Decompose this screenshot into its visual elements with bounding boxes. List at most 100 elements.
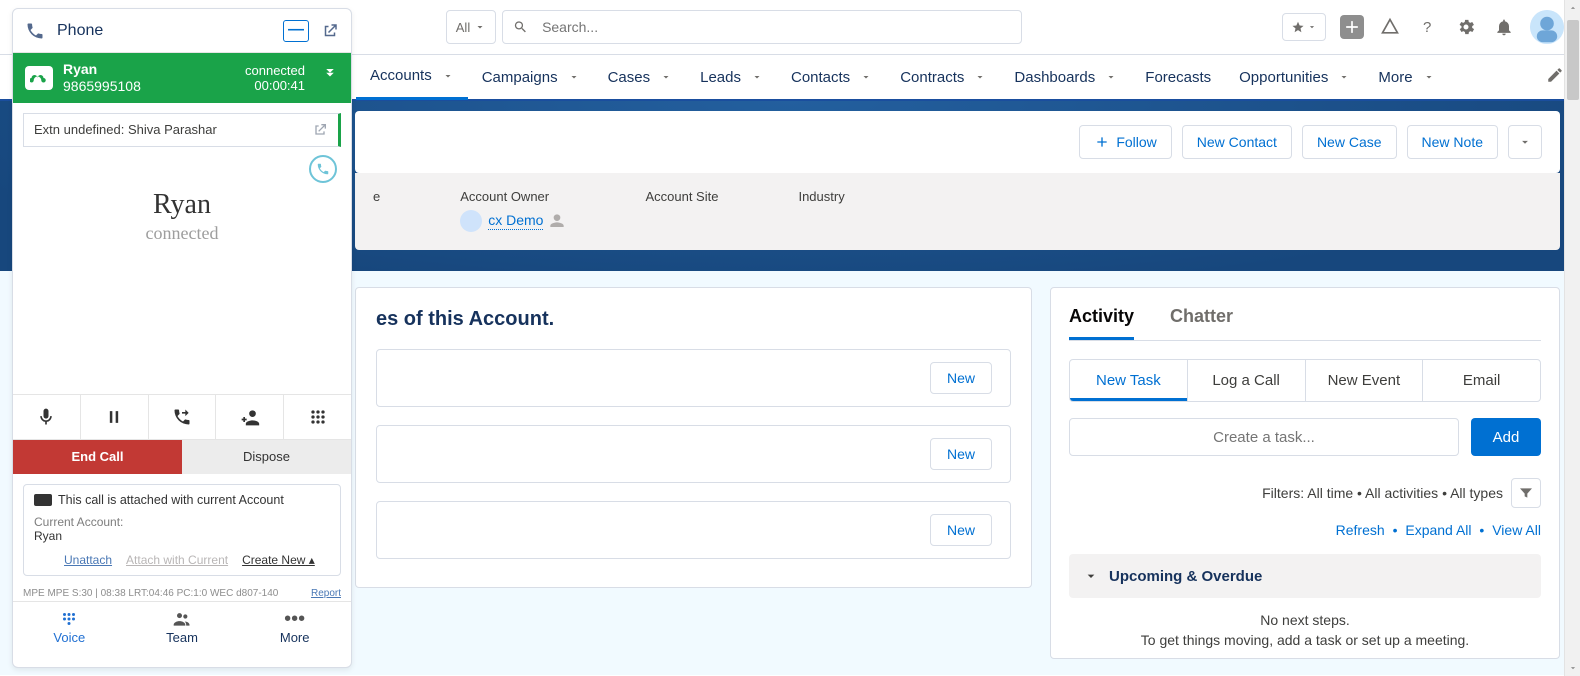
subtab-log-call[interactable]: Log a Call — [1188, 360, 1306, 401]
create-new-link[interactable]: Create New ▴ — [242, 553, 315, 567]
call-controls — [13, 394, 351, 440]
nav-label: Accounts — [370, 67, 432, 84]
related-new-button-2[interactable]: New — [930, 438, 992, 470]
nav-contracts[interactable]: Contracts — [886, 54, 1000, 100]
subtab-new-task[interactable]: New Task — [1070, 360, 1188, 401]
setup-gear-icon[interactable] — [1454, 15, 1478, 39]
create-task-input[interactable] — [1069, 418, 1459, 456]
hold-button[interactable] — [81, 395, 149, 439]
related-new-button-3[interactable]: New — [930, 514, 992, 546]
bottom-tab-more[interactable]: ••• More — [238, 608, 351, 645]
call-status: connected — [245, 63, 305, 78]
popout-small-icon[interactable] — [312, 122, 328, 138]
bottom-tab-voice[interactable]: Voice — [13, 608, 126, 645]
global-add-icon[interactable] — [1340, 15, 1364, 39]
vertical-scrollbar[interactable] — [1564, 0, 1580, 676]
active-call-bar[interactable]: Ryan 9865995108 connected 00:00:41 — [13, 53, 351, 103]
tag-icon — [34, 494, 52, 506]
nav-accounts[interactable]: Accounts — [356, 54, 468, 100]
empty-line1: No next steps. — [1069, 612, 1541, 628]
filters-text: Filters: All time • All activities • All… — [1262, 485, 1503, 501]
user-avatar[interactable] — [1530, 10, 1564, 44]
attach-value: Ryan — [34, 529, 330, 543]
attach-headline: This call is attached with current Accou… — [58, 493, 284, 507]
chevron-down-icon — [1083, 568, 1099, 584]
activity-sub-tabs: New Task Log a Call New Event Email — [1069, 359, 1541, 402]
nav-leads[interactable]: Leads — [686, 54, 777, 100]
footer-readout: MPE MPE S:30 | 08:38 LRT:04:46 PC:1:0 WE… — [23, 588, 278, 599]
add-task-button[interactable]: Add — [1471, 418, 1541, 456]
nav-campaigns[interactable]: Campaigns — [468, 54, 594, 100]
related-title: es of this Account. — [376, 308, 1011, 331]
notifications-bell-icon[interactable] — [1492, 15, 1516, 39]
related-new-button-1[interactable]: New — [930, 362, 992, 394]
nav-edit-pencil-icon[interactable] — [1546, 66, 1564, 89]
phone-icon — [25, 21, 45, 41]
cti-panel: Phone — Ryan 9865995108 connected 00:00:… — [12, 8, 352, 668]
search-scope-dropdown[interactable]: All — [446, 10, 496, 44]
new-case-button[interactable]: New Case — [1302, 125, 1397, 159]
cti-bottom-tabs: Voice Team ••• More — [13, 601, 351, 649]
subtab-new-event[interactable]: New Event — [1306, 360, 1424, 401]
nav-cases[interactable]: Cases — [594, 54, 687, 100]
nav-more[interactable]: More — [1364, 54, 1448, 100]
bottom-tab-team[interactable]: Team — [126, 608, 239, 645]
activity-card: Activity Chatter New Task Log a Call New… — [1050, 287, 1560, 659]
expand-all-link[interactable]: Expand All — [1405, 522, 1471, 538]
field-owner-label: Account Owner — [460, 189, 565, 204]
record-header-card: Follow New Contact New Case New Note — [355, 111, 1560, 173]
report-link[interactable]: Report — [311, 588, 341, 599]
dialpad-button[interactable] — [284, 395, 351, 439]
minimize-button[interactable]: — — [283, 20, 309, 42]
nav-contacts[interactable]: Contacts — [777, 54, 886, 100]
svg-text:?: ? — [1423, 19, 1431, 36]
search-input[interactable] — [542, 19, 1011, 35]
nav-opportunities[interactable]: Opportunities — [1225, 54, 1364, 100]
more-actions-dropdown[interactable] — [1508, 125, 1542, 159]
tab-chatter[interactable]: Chatter — [1170, 306, 1233, 340]
new-note-button[interactable]: New Note — [1407, 125, 1498, 159]
chevron-down-icon[interactable] — [442, 70, 454, 82]
add-participant-button[interactable] — [216, 395, 284, 439]
mute-button[interactable] — [13, 395, 81, 439]
nav-forecasts[interactable]: Forecasts — [1131, 54, 1225, 100]
attach-current-link: Attach with Current — [126, 553, 228, 567]
refresh-link[interactable]: Refresh — [1336, 522, 1385, 538]
transfer-button[interactable] — [149, 395, 217, 439]
expand-call-icon[interactable] — [321, 66, 339, 89]
call-duration: 00:00:41 — [245, 78, 305, 93]
owner-edit-icon[interactable] — [549, 213, 565, 229]
trailhead-icon[interactable] — [1378, 15, 1402, 39]
related-list-row: New — [376, 425, 1011, 483]
dispose-button[interactable]: Dispose — [182, 440, 351, 474]
cti-title: Phone — [57, 22, 271, 40]
caller-name: Ryan — [63, 61, 235, 78]
view-all-link[interactable]: View All — [1492, 522, 1541, 538]
tab-activity[interactable]: Activity — [1069, 306, 1134, 340]
field-industry-label: Industry — [798, 189, 844, 204]
filter-icon[interactable] — [1511, 478, 1541, 508]
unattach-link[interactable]: Unattach — [64, 553, 112, 567]
new-contact-button[interactable]: New Contact — [1182, 125, 1292, 159]
attach-label: Current Account: — [34, 515, 330, 529]
record-detail-strip: e Account Owner cx Demo Account Site Ind… — [355, 173, 1560, 250]
end-call-button[interactable]: End Call — [13, 440, 182, 474]
owner-link[interactable]: cx Demo — [488, 212, 543, 230]
empty-line2: To get things moving, add a task or set … — [1069, 632, 1541, 648]
subtab-email[interactable]: Email — [1423, 360, 1540, 401]
owner-avatar — [460, 210, 482, 232]
global-search[interactable] — [502, 10, 1022, 44]
field-site-label: Account Site — [645, 189, 718, 204]
extension-text: Extn undefined: Shiva Parashar — [34, 122, 217, 137]
favorites-button[interactable] — [1282, 13, 1326, 41]
upcoming-overdue-header[interactable]: Upcoming & Overdue — [1069, 554, 1541, 598]
help-icon[interactable]: ? — [1416, 15, 1440, 39]
call-badge-icon — [25, 66, 53, 90]
field-type-label: e — [373, 189, 380, 204]
extension-line[interactable]: Extn undefined: Shiva Parashar — [23, 113, 341, 147]
popout-icon[interactable] — [321, 22, 339, 40]
center-caller-name: Ryan — [13, 189, 351, 221]
follow-button[interactable]: Follow — [1079, 125, 1171, 159]
center-status: connected — [13, 223, 351, 244]
nav-dashboards[interactable]: Dashboards — [1000, 54, 1131, 100]
